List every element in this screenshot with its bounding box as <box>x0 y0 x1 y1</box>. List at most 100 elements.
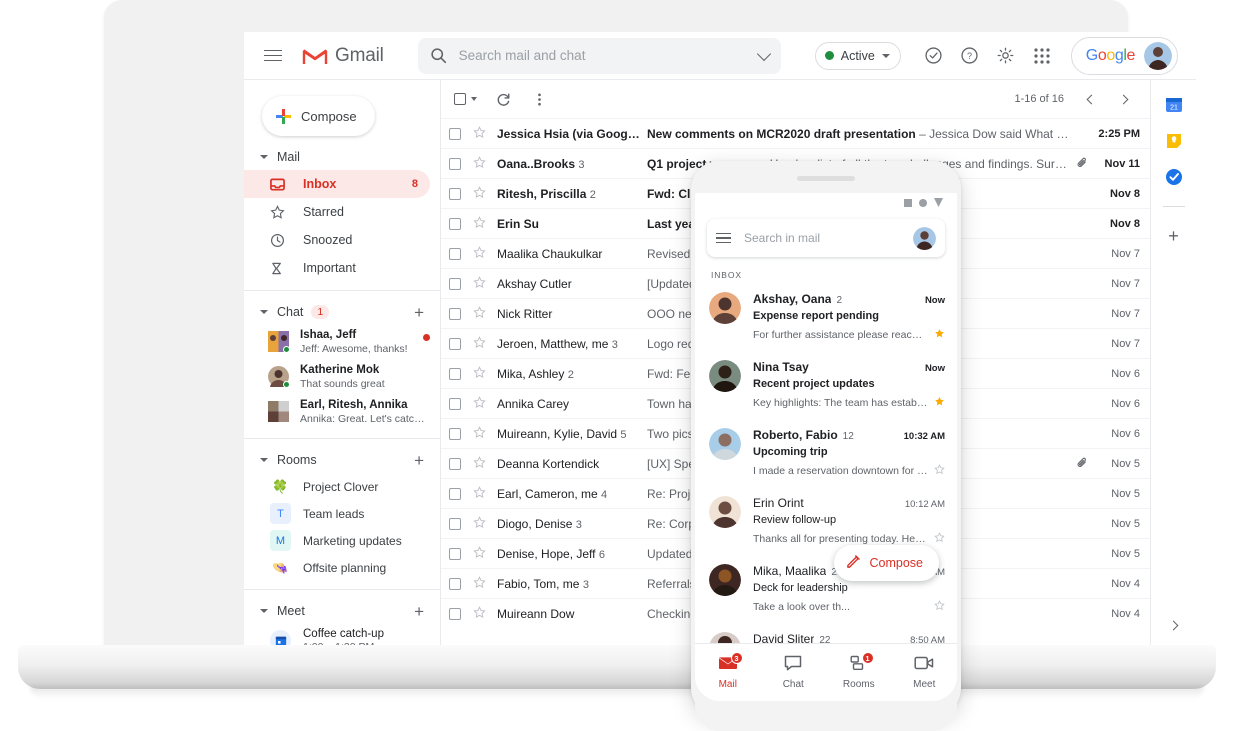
star-icon[interactable] <box>934 326 945 344</box>
sidebar-item-important[interactable]: Important <box>244 254 430 282</box>
google-account-chip[interactable]: Google <box>1070 36 1178 75</box>
star-icon[interactable] <box>473 335 486 352</box>
phone-message-subject: Deck for leadership <box>753 582 848 594</box>
chat-name: Ishaa, Jeff <box>300 329 357 341</box>
phone-nav-rooms[interactable]: 1 Rooms <box>826 652 892 690</box>
plus-icon[interactable]: + <box>414 603 424 620</box>
plus-icon[interactable]: + <box>414 452 424 469</box>
star-icon[interactable] <box>473 485 486 502</box>
help-icon[interactable]: ? <box>953 39 987 73</box>
sidebar-item-room[interactable]: 👒 Offsite planning <box>244 554 440 581</box>
star-icon[interactable] <box>934 462 945 480</box>
star-icon[interactable] <box>473 365 486 382</box>
star-icon[interactable] <box>473 575 486 592</box>
sidebar-item-room[interactable]: T Team leads <box>244 500 440 527</box>
row-checkbox[interactable] <box>449 607 461 620</box>
chat-badge: 1 <box>311 305 330 319</box>
apps-grid-icon[interactable] <box>1025 39 1059 73</box>
row-checkbox[interactable] <box>449 577 461 590</box>
star-icon[interactable] <box>473 275 486 292</box>
star-icon[interactable] <box>473 215 486 232</box>
row-checkbox[interactable] <box>449 247 461 260</box>
row-checkbox[interactable] <box>449 187 461 200</box>
star-icon[interactable] <box>473 185 486 202</box>
list-item[interactable]: Akshay, Oana 2 Now Expense report pending Fo… <box>695 284 957 352</box>
phone-thread-count: 12 <box>842 431 854 442</box>
phone-nav-mail[interactable]: 3 Mail <box>695 652 761 690</box>
star-icon[interactable] <box>473 155 486 172</box>
row-checkbox[interactable] <box>449 157 461 170</box>
phone-compose-button[interactable]: Compose <box>833 545 939 581</box>
section-header-mail[interactable]: Mail <box>244 144 440 170</box>
star-icon[interactable] <box>473 395 486 412</box>
tasks-icon[interactable] <box>1163 166 1185 188</box>
compose-button[interactable]: Compose <box>262 96 375 136</box>
keep-icon[interactable] <box>1163 130 1185 152</box>
row-checkbox[interactable] <box>449 127 461 140</box>
star-icon[interactable] <box>473 545 486 562</box>
row-checkbox[interactable] <box>449 367 461 380</box>
expand-panel-button[interactable] <box>1161 612 1187 638</box>
chat-item[interactable]: Katherine Mok That sounds great <box>244 360 440 395</box>
sidebar-item-starred[interactable]: Starred <box>244 198 430 226</box>
sidebar-item-room[interactable]: 🍀 Project Clover <box>244 473 440 500</box>
sidebar-item-inbox[interactable]: Inbox 8 <box>244 170 430 198</box>
avatar <box>268 401 289 422</box>
calendar-icon[interactable]: 21 <box>1163 94 1185 116</box>
star-icon[interactable] <box>473 425 486 442</box>
refresh-button[interactable] <box>488 84 518 114</box>
hamburger-icon[interactable] <box>716 232 731 244</box>
prev-page-button[interactable] <box>1078 86 1104 112</box>
room-label: Offsite planning <box>303 560 387 575</box>
row-checkbox[interactable] <box>449 337 461 350</box>
chat-item[interactable]: Ishaa, Jeff Jeff: Awesome, thanks! <box>244 325 440 360</box>
star-icon[interactable] <box>473 305 486 322</box>
row-checkbox[interactable] <box>449 457 461 470</box>
star-icon[interactable] <box>934 530 945 548</box>
avatar[interactable] <box>1144 41 1172 70</box>
status-badge[interactable]: Active <box>814 41 901 70</box>
check-circle-icon[interactable] <box>917 39 951 73</box>
list-item[interactable]: Roberto, Fabio 12 10:32 AM Upcoming trip I m… <box>695 420 957 488</box>
more-options-button[interactable] <box>524 84 554 114</box>
section-header-meet[interactable]: Meet + <box>244 598 440 624</box>
plus-icon[interactable]: + <box>1163 225 1185 247</box>
row-checkbox[interactable] <box>449 307 461 320</box>
select-all-checkbox[interactable] <box>449 88 482 110</box>
star-icon[interactable] <box>473 125 486 142</box>
mail-date: Nov 5 <box>1111 457 1140 470</box>
section-header-rooms[interactable]: Rooms + <box>244 447 440 473</box>
plus-icon[interactable]: + <box>414 304 424 321</box>
star-icon[interactable] <box>473 605 486 622</box>
sidebar-item-room[interactable]: M Marketing updates <box>244 527 440 554</box>
avatar[interactable] <box>913 226 936 250</box>
list-item[interactable]: Nina Tsay Now Recent project updates Key hi… <box>695 352 957 420</box>
search-input[interactable]: Search mail and chat <box>417 37 781 74</box>
phone-device-frame: Search in mail INBOX Akshay, Oana 2 Now Exp… <box>691 161 961 731</box>
row-checkbox[interactable] <box>449 217 461 230</box>
table-row[interactable]: Jessica Hsia (via Google. New comments on… <box>441 118 1150 148</box>
star-icon[interactable] <box>934 598 945 616</box>
mail-sender: Annika Carey <box>497 396 570 411</box>
row-checkbox[interactable] <box>449 427 461 440</box>
row-checkbox[interactable] <box>449 277 461 290</box>
phone-nav-chat[interactable]: Chat <box>761 655 827 690</box>
chevron-down-icon[interactable] <box>756 46 771 61</box>
star-icon[interactable] <box>473 245 486 262</box>
gear-icon[interactable] <box>989 39 1023 73</box>
phone-message-snippet: Take a look over th... <box>753 601 850 613</box>
row-checkbox[interactable] <box>449 517 461 530</box>
hamburger-icon[interactable] <box>264 49 282 62</box>
row-checkbox[interactable] <box>449 547 461 560</box>
row-checkbox[interactable] <box>449 397 461 410</box>
next-page-button[interactable] <box>1110 86 1136 112</box>
row-checkbox[interactable] <box>449 487 461 500</box>
star-icon[interactable] <box>934 394 945 412</box>
star-icon[interactable] <box>473 515 486 532</box>
star-icon[interactable] <box>473 455 486 472</box>
phone-search-input[interactable]: Search in mail <box>707 219 945 257</box>
sidebar-item-snoozed[interactable]: Snoozed <box>244 226 430 254</box>
phone-nav-meet[interactable]: Meet <box>892 655 958 690</box>
section-header-chat[interactable]: Chat 1 + <box>244 299 440 325</box>
chat-item[interactable]: Earl, Ritesh, Annika Annika: Great. Let'… <box>244 395 440 430</box>
